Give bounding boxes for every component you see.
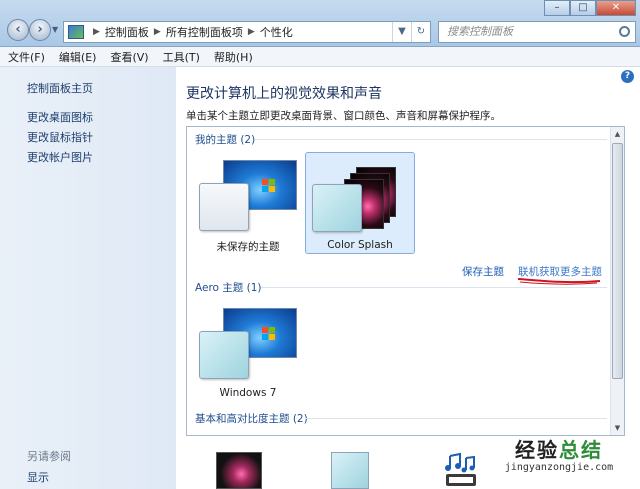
- change-account-picture-link[interactable]: 更改帐户图片: [27, 148, 93, 168]
- window-titlebar: ‹ › ▼ ▶ 控制面板 ▶ 所有控制面板项 ▶ 个性化 ▼ ↻ 搜索控制面板 …: [0, 0, 640, 47]
- change-desktop-icons-link[interactable]: 更改桌面图标: [27, 108, 93, 128]
- group-divider: [305, 418, 607, 419]
- group-divider: [261, 287, 607, 288]
- theme-name: Windows 7: [219, 387, 277, 399]
- control-panel-home-link[interactable]: 控制面板主页: [27, 80, 93, 96]
- menu-bar: 文件(F) 编辑(E) 查看(V) 工具(T) 帮助(H): [0, 47, 640, 67]
- theme-list: 我的主题 (2) 未保存的主题 Color Splash 保存主题 联机获取更多…: [186, 126, 625, 436]
- page-title: 更改计算机上的视觉效果和声音: [186, 86, 382, 102]
- address-bar[interactable]: ▶ 控制面板 ▶ 所有控制面板项 ▶ 个性化 ▼ ↻: [63, 21, 431, 43]
- watermark-url: jingyanzongjie.com: [504, 462, 614, 473]
- menu-file[interactable]: 文件(F): [8, 49, 45, 65]
- window-controls: – □ ✕: [544, 0, 636, 16]
- breadcrumb-separator-icon[interactable]: ▶: [93, 27, 100, 37]
- scroll-up-icon[interactable]: ▲: [611, 127, 624, 141]
- window-color-swatch: [199, 331, 249, 379]
- save-theme-link[interactable]: 保存主题: [462, 264, 504, 279]
- theme-name: 未保存的主题: [216, 241, 280, 253]
- breadcrumb-separator-icon[interactable]: ▶: [248, 27, 255, 37]
- theme-color-splash[interactable]: Color Splash: [305, 152, 415, 254]
- scroll-down-icon[interactable]: ▼: [611, 421, 624, 435]
- window-color-swatch: [199, 183, 249, 231]
- address-dropdown-icon[interactable]: ▼: [392, 22, 411, 42]
- see-also-heading: 另请参阅: [27, 450, 71, 463]
- minimize-icon[interactable]: –: [544, 0, 570, 16]
- window-color-icon[interactable]: [331, 452, 369, 489]
- vertical-scrollbar[interactable]: ▲ ▼: [610, 127, 624, 435]
- refresh-icon[interactable]: ↻: [411, 22, 430, 42]
- control-panel-icon: [68, 25, 84, 39]
- scrollbar-thumb[interactable]: [612, 143, 623, 379]
- theme-unsaved[interactable]: 未保存的主题: [193, 153, 303, 255]
- menu-edit[interactable]: 编辑(E): [59, 49, 97, 65]
- desktop-background-icon[interactable]: [216, 452, 262, 489]
- breadcrumb-separator-icon[interactable]: ▶: [154, 27, 161, 37]
- recent-pages-dropdown[interactable]: ▼: [52, 25, 58, 34]
- menu-help[interactable]: 帮助(H): [214, 49, 253, 65]
- watermark-title: 经验总结: [515, 438, 603, 462]
- group-label-aero-themes: Aero 主题 (1): [195, 282, 262, 294]
- forward-button[interactable]: ›: [29, 19, 51, 41]
- display-link[interactable]: 显示: [27, 469, 49, 485]
- windows-logo-icon: [262, 179, 276, 193]
- task-pane: 控制面板主页 更改桌面图标 更改鼠标指针 更改帐户图片 另请参阅 显示: [0, 67, 176, 489]
- annotation-underline: [517, 278, 601, 285]
- sounds-icon[interactable]: [442, 452, 480, 488]
- back-button[interactable]: ‹: [7, 19, 29, 41]
- window-color-swatch: [312, 184, 362, 232]
- group-divider: [255, 139, 607, 140]
- windows-logo-icon: [262, 327, 276, 341]
- breadcrumb-item-personalization[interactable]: 个性化: [260, 24, 293, 40]
- maximize-icon[interactable]: □: [570, 0, 596, 16]
- breadcrumb-item-control-panel[interactable]: 控制面板: [105, 24, 149, 40]
- group-label-my-themes: 我的主题 (2): [195, 134, 256, 146]
- help-icon[interactable]: ?: [621, 70, 634, 83]
- search-placeholder: 搜索控制面板: [447, 25, 513, 38]
- search-input[interactable]: 搜索控制面板: [438, 21, 636, 43]
- close-icon[interactable]: ✕: [596, 0, 636, 16]
- change-mouse-pointers-link[interactable]: 更改鼠标指针: [27, 128, 93, 148]
- group-label-basic-themes: 基本和高对比度主题 (2): [195, 413, 308, 425]
- menu-tools[interactable]: 工具(T): [163, 49, 200, 65]
- menu-view[interactable]: 查看(V): [110, 49, 148, 65]
- watermark: 经验总结 jingyanzongjie.com: [484, 438, 634, 486]
- search-icon[interactable]: [619, 26, 630, 37]
- theme-windows-7[interactable]: Windows 7: [193, 301, 303, 403]
- theme-name: Color Splash: [327, 239, 393, 251]
- breadcrumb-item-all-items[interactable]: 所有控制面板项: [166, 24, 243, 40]
- task-links: 更改桌面图标 更改鼠标指针 更改帐户图片: [27, 108, 93, 168]
- page-subtitle: 单击某个主题立即更改桌面背景、窗口颜色、声音和屏幕保护程序。: [186, 110, 501, 122]
